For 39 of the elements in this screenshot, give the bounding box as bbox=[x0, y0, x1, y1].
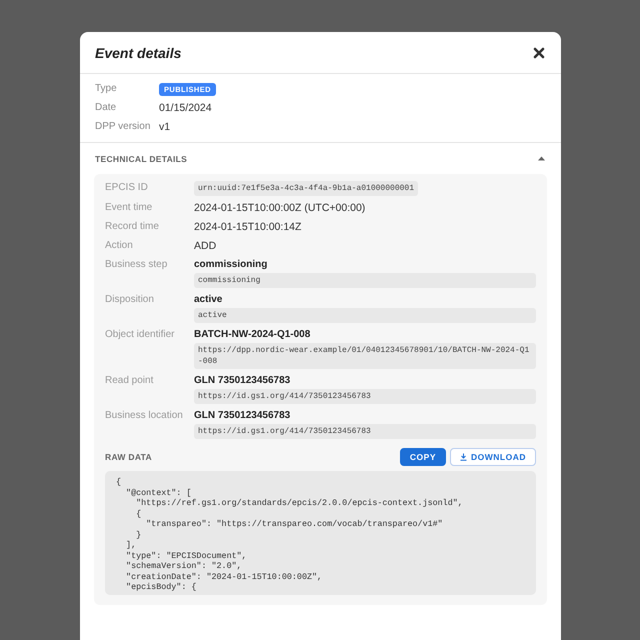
field-label: Action bbox=[105, 239, 134, 253]
caret-icon bbox=[538, 156, 545, 161]
code-value: https://id.gs1.org/414/7350123456783 bbox=[194, 424, 536, 439]
field-value: 2024-01-15T10:00:00Z (UTC+00:00) bbox=[194, 201, 366, 215]
field-label: Disposition bbox=[105, 293, 155, 307]
field-value: commissioning bbox=[194, 258, 268, 271]
copy-button[interactable]: COPY bbox=[400, 448, 446, 466]
field-label: Read point bbox=[105, 374, 154, 388]
field-value: GLN 7350123456783 bbox=[194, 374, 292, 387]
field-value: ADD bbox=[194, 239, 218, 253]
field-label: Date bbox=[95, 101, 118, 115]
download-icon bbox=[460, 453, 467, 461]
field-label: Record time bbox=[105, 220, 160, 234]
collapse-toggle[interactable] bbox=[536, 154, 547, 163]
field-value: 01/15/2024 bbox=[159, 101, 213, 115]
field-label: Business step bbox=[105, 258, 168, 272]
field-value: BATCH-NW-2024-Q1-008 bbox=[194, 328, 312, 341]
section-title: RAW DATA bbox=[105, 452, 152, 462]
field-label: DPP version bbox=[95, 120, 152, 134]
field-label: Business location bbox=[105, 409, 184, 423]
json-code-block: { "@context": [ "https://ref.gs1.org/standards/epcis/2.0.0/epcis-context.jsonld", { "transpareo": "https://transpareo.com/vocab/transpareo/v1#" } ], "type": "EPCISDocument", "schemaVersion": "2.0", "creationDate": "2024-01-15T10:00:00Z", "epcisBody": { bbox=[105, 471, 536, 594]
field-label: Event time bbox=[105, 201, 154, 215]
field-value: GLN 7350123456783 bbox=[194, 409, 292, 422]
close-icon bbox=[533, 46, 545, 58]
field-label: Type bbox=[95, 82, 118, 96]
close-button[interactable] bbox=[531, 44, 547, 60]
code-value: active bbox=[194, 308, 536, 323]
dialog-title: Event details bbox=[95, 44, 182, 60]
field-value: 2024-01-15T10:00:14Z bbox=[194, 220, 302, 234]
field-value: active bbox=[194, 293, 224, 306]
field-label: Object identifier bbox=[105, 328, 176, 342]
code-value: https://dpp.nordic-wear.example/01/04012345678901/10/BATCH-NW-2024-Q1-008 bbox=[194, 343, 536, 369]
field-value: v1 bbox=[159, 120, 172, 134]
code-value: https://id.gs1.org/414/7350123456783 bbox=[194, 389, 536, 404]
code-value: commissioning bbox=[194, 273, 536, 288]
section-title: TECHNICAL DETAILS bbox=[95, 154, 188, 164]
code-value: urn:uuid:7e1f5e3a-4c3a-4f4a-9b1a-a01000000001 bbox=[194, 181, 418, 196]
field-label: EPCIS ID bbox=[105, 181, 149, 195]
download-button[interactable]: DOWNLOAD bbox=[450, 448, 536, 466]
